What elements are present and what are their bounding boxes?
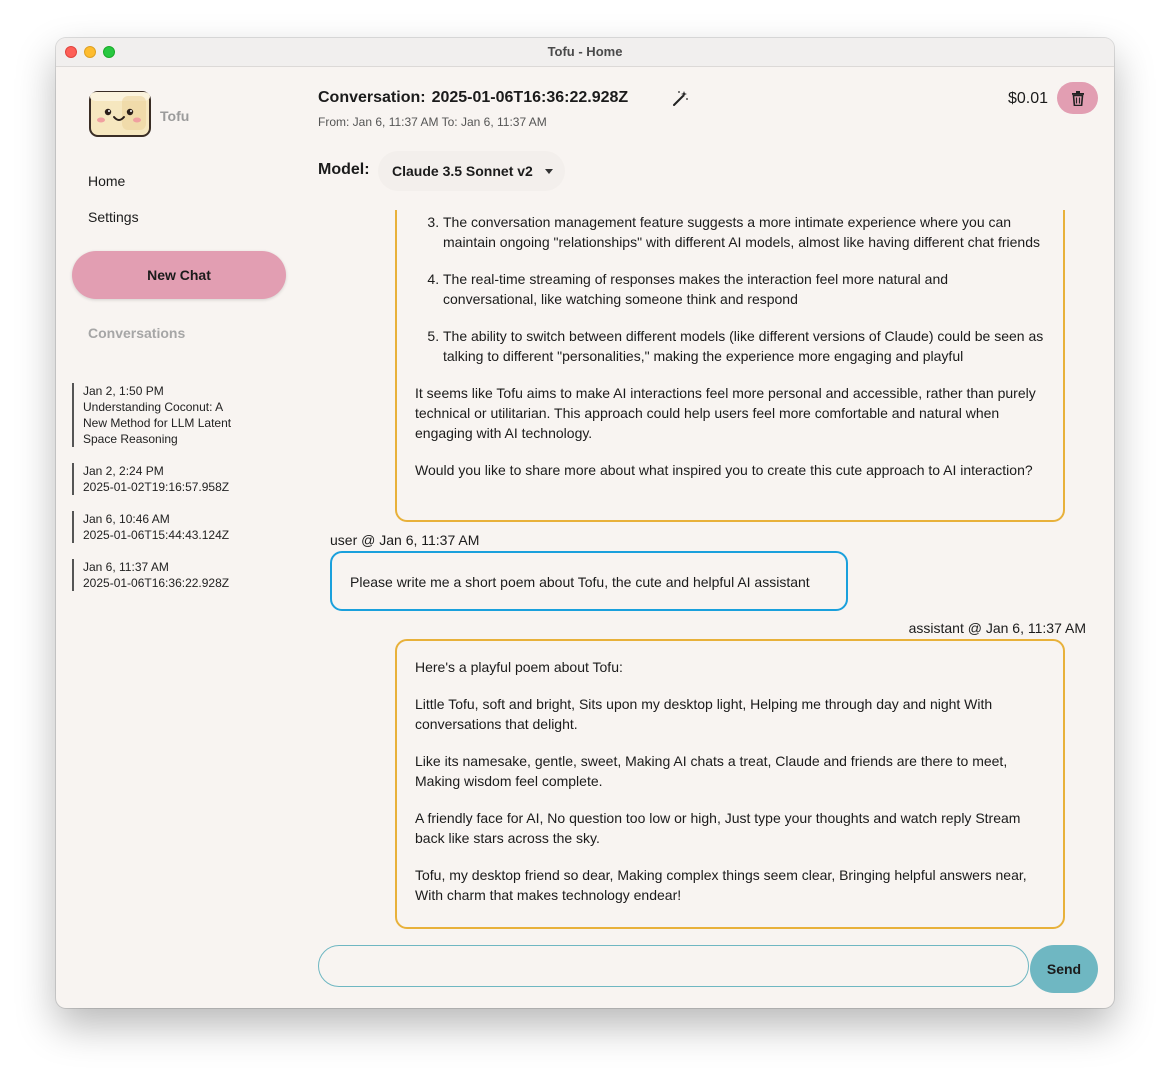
- conversation-time: Jan 6, 10:46 AM: [83, 512, 170, 526]
- trash-icon: [1071, 90, 1084, 106]
- magic-wand-icon[interactable]: [671, 90, 689, 108]
- conversation-title: 2025-01-02T19:16:57.958Z: [83, 480, 230, 494]
- model-selected-value: Claude 3.5 Sonnet v2: [392, 163, 533, 179]
- conversation-label: Conversation:: [318, 89, 426, 106]
- user-message-text: Please write me a short poem about Tofu,…: [350, 574, 810, 590]
- app-name: Tofu: [160, 108, 190, 124]
- message-paragraph: Here's a playful poem about Tofu:: [415, 659, 623, 675]
- nav-settings[interactable]: Settings: [88, 209, 139, 225]
- conversation-title: 2025-01-06T16:36:22.928Z: [83, 576, 230, 590]
- app-window: Tofu - Home Tofu Home Settings New Chat …: [56, 38, 1114, 1008]
- message-paragraph: Little Tofu, soft and bright, Sits upon …: [415, 696, 993, 732]
- model-select[interactable]: Claude 3.5 Sonnet v2: [378, 151, 565, 191]
- nav-home[interactable]: Home: [88, 173, 125, 189]
- conversation-cost: $0.01: [1008, 90, 1049, 107]
- message-paragraph: Tofu, my desktop friend so dear, Making …: [415, 867, 1027, 903]
- list-item: The ability to switch between different …: [443, 326, 1045, 366]
- user-message-meta: user @ Jan 6, 11:37 AM: [330, 532, 480, 548]
- tofu-logo-icon: [89, 91, 151, 137]
- conversation-time: Jan 6, 11:37 AM: [83, 560, 169, 574]
- new-chat-button[interactable]: New Chat: [72, 251, 286, 299]
- conversation-title: 2025-01-06T15:44:43.124Z: [83, 528, 230, 542]
- conversation-item[interactable]: Jan 6, 11:37 AM 2025-01-06T16:36:22.928Z: [72, 559, 283, 591]
- conversation-date-range: From: Jan 6, 11:37 AM To: Jan 6, 11:37 A…: [318, 115, 547, 129]
- message-paragraph: Like its namesake, gentle, sweet, Making…: [415, 753, 1008, 789]
- window-title: Tofu - Home: [547, 44, 623, 59]
- conversation-time: Jan 2, 2:24 PM: [83, 464, 164, 478]
- assistant-message-bubble: Here's a playful poem about Tofu: Little…: [395, 639, 1065, 929]
- delete-conversation-button[interactable]: [1057, 82, 1098, 114]
- chat-messages[interactable]: The conversation management feature sugg…: [318, 210, 1098, 930]
- dropdown-caret-icon: [544, 168, 553, 174]
- list-item: The real-time streaming of responses mak…: [443, 269, 1045, 309]
- assistant-list: The conversation management feature sugg…: [415, 212, 1045, 366]
- model-label: Model:: [318, 161, 370, 178]
- message-paragraph: Would you like to share more about what …: [415, 462, 1033, 478]
- assistant-message-meta: assistant @ Jan 6, 11:37 AM: [908, 620, 1086, 636]
- message-paragraph: A friendly face for AI, No question too …: [415, 810, 1021, 846]
- list-item: The conversation management feature sugg…: [443, 212, 1045, 252]
- title-bar: Tofu - Home: [56, 38, 1114, 67]
- assistant-message-bubble: The conversation management feature sugg…: [395, 210, 1065, 522]
- conversation-item[interactable]: Jan 6, 10:46 AM 2025-01-06T15:44:43.124Z: [72, 511, 283, 543]
- conversation-time: Jan 2, 1:50 PM: [83, 384, 164, 398]
- conversation-id: 2025-01-06T16:36:22.928Z: [431, 89, 629, 106]
- conversations-heading: Conversations: [88, 325, 186, 341]
- conversation-title: Understanding Coconut: A New Method for …: [83, 400, 232, 446]
- message-input[interactable]: [318, 945, 1029, 987]
- user-message-bubble: Please write me a short poem about Tofu,…: [330, 551, 848, 611]
- message-paragraph: It seems like Tofu aims to make AI inter…: [415, 385, 1036, 441]
- conversation-item[interactable]: Jan 2, 1:50 PM Understanding Coconut: A …: [72, 383, 283, 447]
- conversation-title-heading: Conversation: 2025-01-06T16:36:22.928Z: [318, 89, 628, 107]
- conversation-item[interactable]: Jan 2, 2:24 PM 2025-01-02T19:16:57.958Z: [72, 463, 283, 495]
- send-button[interactable]: Send: [1030, 945, 1098, 993]
